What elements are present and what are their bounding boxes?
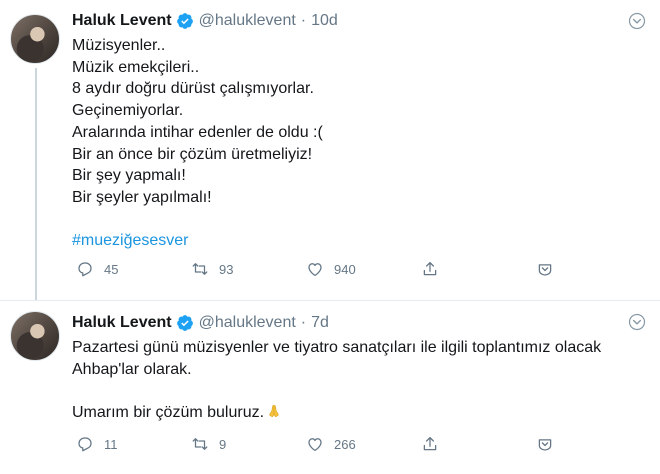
tweet-header: Haluk Levent @haluklevent · 7d <box>72 312 646 334</box>
tweet-text-line: Pazartesi günü müzisyenler ve tiyatro sa… <box>72 339 602 356</box>
tweet-text-line <box>72 209 646 231</box>
share-upload-icon <box>423 261 437 276</box>
tweet-content: Haluk Levent @haluklevent · 10d Müzisyen… <box>72 10 646 252</box>
retweet-count: 9 <box>219 436 227 452</box>
tweet-content: Haluk Levent @haluklevent · 7d Pazartesi… <box>72 312 646 424</box>
verified-badge-icon <box>176 13 193 29</box>
tweet-text-line: Müzisyenler.. <box>72 37 166 54</box>
timeline: Haluk Levent @haluklevent · 10d Müzisyen… <box>0 0 660 474</box>
more-options-button[interactable] <box>532 435 647 453</box>
verified-badge-icon <box>176 315 193 331</box>
display-name[interactable]: Haluk Levent <box>72 12 172 30</box>
avatar[interactable] <box>10 311 60 361</box>
tweet-text-line: Müzik emekçileri.. <box>72 58 200 76</box>
tweet-text-line: 8 aydır doğru dürüst çalışmıyorlar. <box>72 80 314 98</box>
retweet-icon <box>192 263 208 275</box>
avatar[interactable] <box>10 14 60 64</box>
share-button[interactable] <box>417 260 532 278</box>
display-name[interactable]: Haluk Levent <box>72 314 172 332</box>
like-button[interactable]: 940 <box>302 260 417 278</box>
user-handle[interactable]: @haluklevent <box>199 12 296 30</box>
chevron-circle-icon <box>538 439 552 451</box>
separator-dot: · <box>300 12 307 29</box>
tweet-text-line: Bir an önce bir çözüm üretmeliyiz! <box>72 145 313 163</box>
tweet-text-line: Bir şeyler yapılmalı! <box>72 188 212 206</box>
share-button[interactable] <box>417 435 532 453</box>
retweet-count: 93 <box>219 261 234 277</box>
reply-count: 11 <box>104 436 118 452</box>
reply-bubble-icon <box>78 437 92 452</box>
more-options-button[interactable] <box>532 260 647 278</box>
tweet-text-fragment: Umarım bir çözüm buluruz. <box>72 404 265 422</box>
tweet-header: Haluk Levent @haluklevent · 10d <box>72 10 646 32</box>
tweet-text-line <box>72 380 646 402</box>
chevron-circle-icon <box>538 264 552 276</box>
timestamp[interactable]: 7d <box>311 314 329 332</box>
reply-count: 45 <box>104 261 119 277</box>
tweet-text: Pazartesi günü müzisyenler ve tiyatro sa… <box>72 337 646 424</box>
retweet-icon <box>192 438 208 450</box>
like-count: 940 <box>334 261 356 277</box>
tweet-text-line: Geçinemiyorlar. <box>72 102 184 120</box>
reply-bubble-icon <box>78 262 92 277</box>
folded-hands-icon <box>269 405 279 418</box>
reply-button[interactable]: 45 <box>72 260 187 278</box>
share-upload-icon <box>423 436 437 451</box>
tweet-text-line-with-emoji: Umarım bir çözüm buluruz. <box>72 402 646 424</box>
separator-dot: · <box>300 314 307 331</box>
tweet-text-line: Bir şey yapmalı! <box>72 167 186 185</box>
retweet-button[interactable]: 9 <box>187 435 302 453</box>
tweet[interactable]: Haluk Levent @haluklevent · 7d Pazartesi… <box>0 301 660 474</box>
user-handle[interactable]: @haluklevent <box>199 314 296 332</box>
tweet-actions: 11 9 266 <box>72 435 647 453</box>
reply-button[interactable]: 11 <box>72 435 187 453</box>
tweet-text-line: Aralarında intihar edenler de oldu :( <box>72 123 323 141</box>
heart-icon <box>308 438 322 452</box>
tweet-actions: 45 93 940 <box>72 260 647 278</box>
hashtag-link[interactable]: #mueziğesesver <box>72 230 646 252</box>
like-count: 266 <box>334 436 356 452</box>
tweet-text-line: Ahbap'lar olarak. <box>72 360 192 378</box>
heart-icon <box>308 263 322 277</box>
tweet[interactable]: Haluk Levent @haluklevent · 10d Müzisyen… <box>0 0 660 300</box>
tweet-text: Müzisyenler.. Müzik emekçileri.. 8 aydır… <box>72 35 646 252</box>
like-button[interactable]: 266 <box>302 435 417 453</box>
timestamp[interactable]: 10d <box>311 12 338 30</box>
thread-connector-line <box>35 68 37 300</box>
retweet-button[interactable]: 93 <box>187 260 302 278</box>
